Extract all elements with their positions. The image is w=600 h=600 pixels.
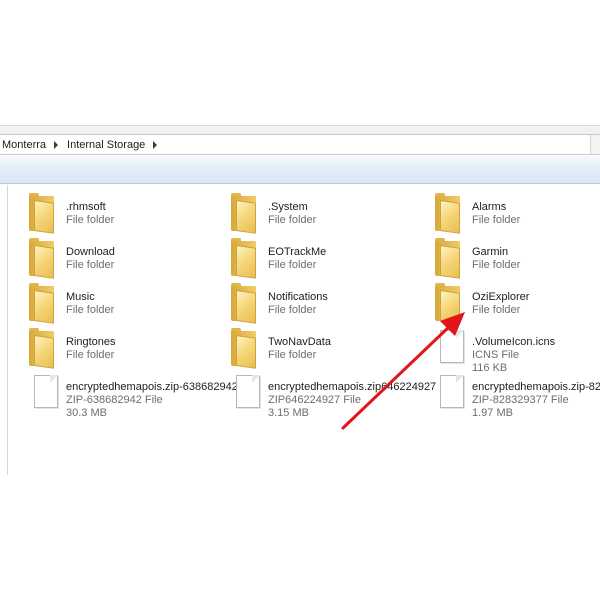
item-name: OziExplorer xyxy=(472,291,530,303)
address-bar: Monterra Internal Storage xyxy=(0,125,600,155)
breadcrumb-internal-storage[interactable]: Internal Storage xyxy=(65,139,147,151)
item-type: ZIP-828329377 File xyxy=(472,394,569,406)
folder-icon xyxy=(434,193,464,234)
item-text: Music File folder xyxy=(66,283,114,317)
folder-item[interactable]: .System File folder xyxy=(202,193,402,237)
folder-icon xyxy=(230,283,260,324)
item-text: .rhmsoft File folder xyxy=(66,193,114,227)
folder-item[interactable]: TwoNavData File folder xyxy=(202,328,402,372)
file-explorer-window: Monterra Internal Storage .rhmsoft File f… xyxy=(0,125,600,475)
file-icon xyxy=(28,373,58,413)
item-text: Alarms File folder xyxy=(472,193,520,227)
folder-icon xyxy=(28,283,58,324)
item-type: File folder xyxy=(472,214,521,226)
address-field-end xyxy=(590,135,600,154)
file-icon xyxy=(434,373,464,413)
file-item[interactable]: .VolumeIcon.icns ICNS File 116 KB xyxy=(406,328,600,375)
folder-item[interactable]: Ringtones File folder xyxy=(0,328,200,372)
item-type: File folder xyxy=(472,259,521,271)
item-type: File folder xyxy=(66,214,115,226)
item-name: Download xyxy=(66,246,115,258)
folder-item[interactable]: OziExplorer File folder xyxy=(406,283,600,327)
item-name: .System xyxy=(268,201,308,213)
item-text: Ringtones File folder xyxy=(66,328,116,362)
item-name: Ringtones xyxy=(66,336,116,348)
chevron-right-icon[interactable] xyxy=(54,140,59,149)
item-type: File folder xyxy=(472,304,521,316)
item-type: File folder xyxy=(268,304,317,316)
item-type: File folder xyxy=(268,259,317,271)
item-text: Garmin File folder xyxy=(472,238,520,272)
item-name: .VolumeIcon.icns xyxy=(472,336,556,348)
item-type: File folder xyxy=(66,349,115,361)
item-text: OziExplorer File folder xyxy=(472,283,529,317)
item-text: .VolumeIcon.icns ICNS File 116 KB xyxy=(472,328,555,375)
folder-icon xyxy=(28,328,58,369)
file-list: .rhmsoft File folder .System File folder Ala… xyxy=(0,185,600,475)
item-type: ICNS File xyxy=(472,349,520,361)
item-type: File folder xyxy=(268,214,317,226)
folder-item[interactable]: .rhmsoft File folder xyxy=(0,193,200,237)
item-size: 1.97 MB xyxy=(472,407,513,419)
item-type: File folder xyxy=(66,304,115,316)
item-name: EOTrackMe xyxy=(268,246,327,258)
item-type: File folder xyxy=(66,259,115,271)
folder-icon xyxy=(230,238,260,279)
item-text: .System File folder xyxy=(268,193,316,227)
folder-icon xyxy=(28,193,58,234)
item-name: Notifications xyxy=(268,291,328,303)
file-icon xyxy=(230,373,260,413)
folder-item[interactable]: EOTrackMe File folder xyxy=(202,238,402,282)
folder-item[interactable]: Download File folder xyxy=(0,238,200,282)
file-item[interactable]: encryptedhemapois.zip-82832ZIP-828329377… xyxy=(406,373,600,420)
file-item[interactable]: encryptedhemapois.zip646224927 ZIP6462249… xyxy=(202,373,436,419)
item-text: Download File folder xyxy=(66,238,115,272)
item-text: EOTrackMe File folder xyxy=(268,238,326,272)
folder-item[interactable]: Music File folder xyxy=(0,283,200,327)
folder-item[interactable]: Notifications File folder xyxy=(202,283,402,327)
item-text: encryptedhemapois.zip-82832ZIP-828329377… xyxy=(472,373,600,420)
breadcrumb[interactable]: Monterra Internal Storage xyxy=(0,134,600,155)
item-name: TwoNavData xyxy=(268,336,331,348)
folder-icon xyxy=(230,193,260,234)
folder-icon xyxy=(28,238,58,279)
toolbar xyxy=(0,156,600,184)
item-text: TwoNavData File folder xyxy=(268,328,331,362)
item-name: .rhmsoft xyxy=(66,201,106,213)
item-name: Alarms xyxy=(472,201,507,213)
folder-icon xyxy=(434,283,464,324)
item-name: Music xyxy=(66,291,95,303)
item-name: Garmin xyxy=(472,246,509,258)
breadcrumb-monterra[interactable]: Monterra xyxy=(0,139,48,151)
folder-icon xyxy=(434,238,464,279)
file-icon xyxy=(434,328,464,368)
folder-item[interactable]: Alarms File folder xyxy=(406,193,600,237)
item-text: Notifications File folder xyxy=(268,283,328,317)
chevron-right-icon[interactable] xyxy=(153,140,158,149)
folder-item[interactable]: Garmin File folder xyxy=(406,238,600,282)
item-name: encryptedhemapois.zip-82832 xyxy=(472,381,600,393)
file-item[interactable]: encryptedhemapois.zip-638682942 ZIP-63868… xyxy=(0,373,238,419)
folder-icon xyxy=(230,328,260,369)
item-type: File folder xyxy=(268,349,317,361)
